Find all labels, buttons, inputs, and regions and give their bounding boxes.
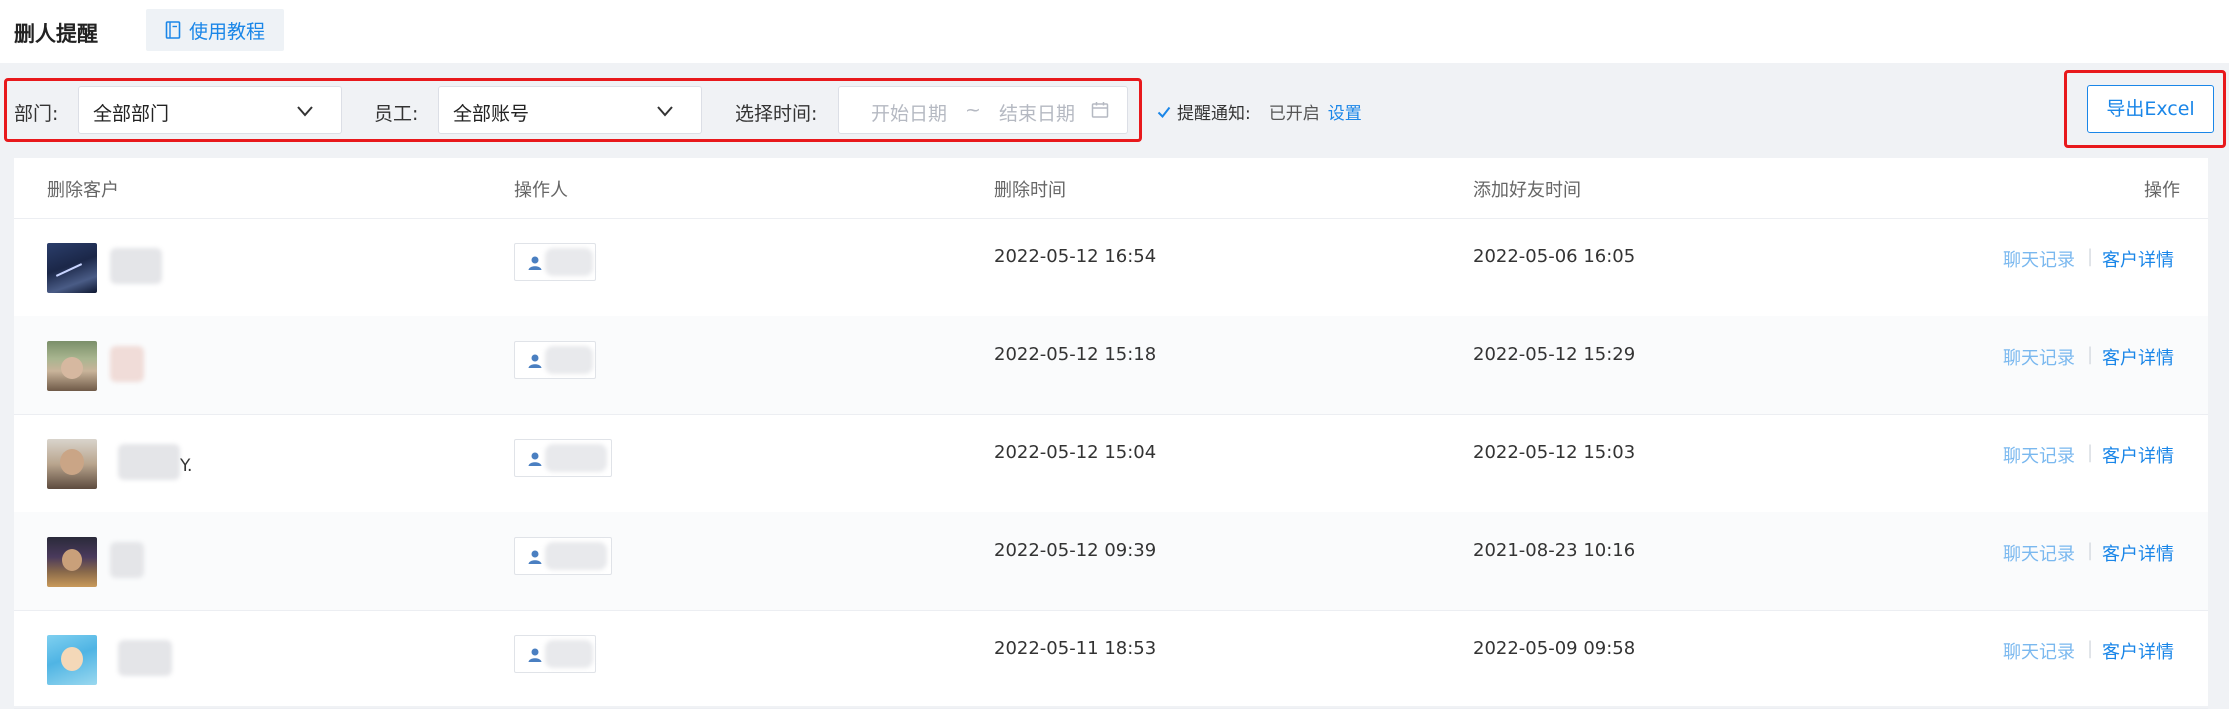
- operator-tag: [514, 635, 596, 673]
- delete-time: 2022-05-12 15:04: [994, 442, 1157, 463]
- customer-detail-link[interactable]: 客户详情: [2102, 442, 2174, 468]
- date-range-picker[interactable]: 开始日期 ~ 结束日期: [838, 86, 1128, 134]
- column-header-add-time: 添加好友时间: [1473, 180, 1581, 201]
- book-icon: [165, 21, 181, 39]
- customer-avatar: [47, 341, 97, 391]
- delete-time: 2022-05-12 16:54: [994, 246, 1157, 267]
- action-separator: |: [2087, 540, 2094, 561]
- action-separator: |: [2087, 638, 2094, 659]
- column-header-operator: 操作人: [514, 180, 568, 201]
- operator-name-redacted: [545, 542, 607, 570]
- customer-name-redacted: [110, 542, 144, 578]
- end-date-placeholder[interactable]: 结束日期: [999, 99, 1075, 126]
- user-icon: [528, 354, 542, 368]
- customer-avatar: [47, 635, 97, 685]
- delete-time: 2022-05-12 15:18: [994, 344, 1157, 365]
- column-header-customer: 删除客户: [47, 180, 119, 201]
- operator-tag: [514, 243, 596, 281]
- customer-detail-link[interactable]: 客户详情: [2102, 246, 2174, 272]
- action-separator: |: [2087, 442, 2094, 463]
- add-friend-time: 2022-05-12 15:29: [1473, 344, 1636, 365]
- customer-name-redacted: [110, 346, 144, 382]
- chat-history-link[interactable]: 聊天记录: [2003, 442, 2075, 468]
- operator-name-redacted: [545, 346, 593, 374]
- reminder-settings-link[interactable]: 设置: [1328, 99, 1362, 124]
- user-icon: [528, 256, 542, 270]
- table-row: 2022-05-12 16:54 2022-05-06 16:05 聊天记录 |…: [14, 218, 2208, 317]
- customer-detail-link[interactable]: 客户详情: [2102, 540, 2174, 566]
- reminder-notice-label: 提醒通知:: [1177, 104, 1251, 124]
- table-header: 删除客户 操作人 删除时间 添加好友时间 操作: [14, 158, 2208, 219]
- table-row: 2022-05-12 15:18 2022-05-12 15:29 聊天记录 |…: [14, 316, 2208, 415]
- tutorial-tab[interactable]: 使用教程: [146, 9, 284, 51]
- table-row: 2022-05-12 09:39 2021-08-23 10:16 聊天记录 |…: [14, 512, 2208, 611]
- chat-history-link[interactable]: 聊天记录: [2003, 344, 2075, 370]
- customer-name-redacted: [118, 640, 172, 676]
- customer-name-redacted: [118, 444, 180, 480]
- column-header-delete-time: 删除时间: [994, 180, 1066, 201]
- staff-select[interactable]: 全部账号: [438, 86, 702, 134]
- reminder-status: 已开启: [1268, 104, 1320, 124]
- action-separator: |: [2087, 344, 2094, 365]
- table-row: 2022-05-11 18:53 2022-05-09 09:58 聊天记录 |…: [14, 610, 2208, 709]
- chat-history-link[interactable]: 聊天记录: [2003, 638, 2075, 664]
- tutorial-tab-label: 使用教程: [188, 20, 265, 43]
- add-friend-time: 2022-05-06 16:05: [1473, 246, 1636, 267]
- operator-name-redacted: [545, 248, 593, 276]
- add-friend-time: 2021-08-23 10:16: [1473, 540, 1636, 561]
- delete-time: 2022-05-12 09:39: [994, 540, 1157, 561]
- department-select[interactable]: 全部部门: [78, 86, 342, 134]
- department-select-value: 全部部门: [93, 103, 170, 125]
- export-excel-button[interactable]: 导出Excel: [2087, 85, 2214, 133]
- user-icon: [528, 648, 542, 662]
- staff-label: 员工:: [374, 103, 419, 125]
- customer-avatar: [47, 439, 97, 489]
- deleted-customers-table: 删除客户 操作人 删除时间 添加好友时间 操作 2022-05-12 16:54…: [14, 158, 2208, 709]
- add-friend-time: 2022-05-12 15:03: [1473, 442, 1636, 463]
- column-header-actions: 操作: [2144, 180, 2180, 201]
- chat-history-link[interactable]: 聊天记录: [2003, 540, 2075, 566]
- operator-tag: [514, 439, 612, 477]
- time-label: 选择时间:: [735, 103, 818, 125]
- department-label: 部门:: [14, 103, 59, 125]
- delete-time: 2022-05-11 18:53: [994, 638, 1157, 659]
- calendar-icon: [1091, 102, 1109, 118]
- page-title: 删人提醒: [14, 22, 98, 46]
- filter-bar: 部门: 全部部门 员工: 全部账号 选择时间: 开始日期 ~ 结束日期 提醒通知…: [0, 63, 2229, 158]
- start-date-placeholder[interactable]: 开始日期: [871, 99, 947, 126]
- customer-name-redacted: [110, 248, 162, 284]
- reminder-notice: 提醒通知: 已开启 设置: [1157, 99, 1362, 124]
- chevron-down-icon: [657, 106, 673, 117]
- table-row: Y. 2022-05-12 15:04 2022-05-12 15:03 聊天记…: [14, 414, 2208, 513]
- action-separator: |: [2087, 246, 2094, 267]
- customer-detail-link[interactable]: 客户详情: [2102, 344, 2174, 370]
- check-icon: [1157, 106, 1171, 118]
- chat-history-link[interactable]: 聊天记录: [2003, 246, 2075, 272]
- operator-name-redacted: [545, 444, 607, 472]
- add-friend-time: 2022-05-09 09:58: [1473, 638, 1636, 659]
- customer-name: Y.: [180, 456, 193, 476]
- page-header: 删人提醒 使用教程: [0, 0, 2229, 63]
- operator-tag: [514, 341, 596, 379]
- customer-avatar: [47, 537, 97, 587]
- user-icon: [528, 550, 542, 564]
- date-range-separator: ~: [965, 99, 981, 121]
- staff-select-value: 全部账号: [453, 103, 530, 125]
- user-icon: [528, 452, 542, 466]
- operator-tag: [514, 537, 612, 575]
- customer-detail-link[interactable]: 客户详情: [2102, 638, 2174, 664]
- chevron-down-icon: [297, 106, 313, 117]
- customer-avatar: [47, 243, 97, 293]
- operator-name-redacted: [545, 640, 593, 668]
